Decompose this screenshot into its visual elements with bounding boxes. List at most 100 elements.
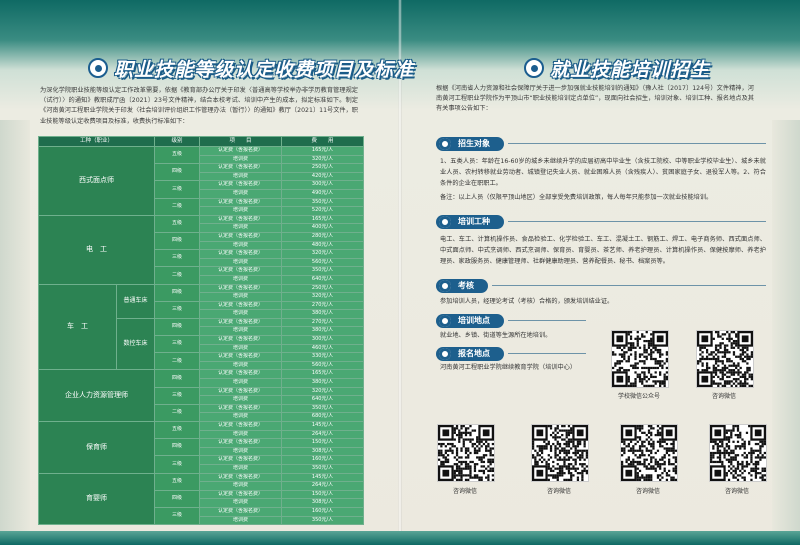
level-cell: 四级 (154, 231, 201, 251)
jobs-text: 电工、车工、计算机操作员、食品检验工、化学检验工、车工、混凝土工、钢筋工、焊工、… (440, 236, 766, 265)
fee-amount-cell: 145元/人 (281, 421, 365, 431)
level-cell: 三级 (154, 335, 201, 354)
fee-amount-cell: 480元/人 (281, 240, 365, 251)
fee-amount-cell: 350元/人 (281, 515, 365, 526)
divider (508, 320, 586, 321)
qr-code-consult[interactable] (620, 424, 678, 482)
fee-amount-cell: 520元/人 (281, 206, 365, 216)
level-cell: 二级 (154, 197, 201, 216)
footer-band (0, 531, 800, 545)
fee-amount-cell: 250元/人 (281, 163, 365, 173)
fee-amount-cell: 320元/人 (281, 249, 365, 259)
fee-amount-cell: 308元/人 (281, 498, 365, 508)
qr-caption: 学校微信公众号 (617, 393, 660, 400)
fee-amount-cell: 490元/人 (281, 188, 365, 199)
level-cell: 五级 (154, 145, 201, 165)
fee-item-cell: 认定费（含报名费） (199, 472, 283, 483)
page-fold (398, 0, 402, 545)
fee-amount-cell: 165元/人 (281, 146, 365, 156)
fee-item-cell: 认定费（含报名费） (199, 197, 283, 208)
level-cell: 二级 (154, 352, 201, 371)
level-cell: 四级 (154, 369, 201, 388)
section-exam: 考核 (436, 278, 766, 293)
level-cell: 二级 (154, 403, 201, 423)
fee-item-cell: 培训费 (199, 223, 283, 233)
fee-amount-cell: 280元/人 (281, 231, 365, 242)
fee-amount-cell: 640元/人 (281, 395, 365, 405)
col-header-level: 级别 (154, 136, 201, 147)
exam-text: 参加培训人员，经理论考试（考核）合格的，颁发培训结业证。 (440, 298, 614, 305)
fee-item-cell: 培训费 (199, 240, 283, 251)
fee-amount-cell: 150元/人 (281, 489, 365, 500)
fee-item-cell: 培训费 (199, 378, 283, 388)
level-cell: 三级 (154, 249, 201, 268)
job-type-cell: 西式面点师 (37, 146, 156, 216)
fee-amount-cell: 350元/人 (281, 403, 365, 414)
level-cell: 五级 (154, 420, 201, 440)
job-type-cell: 保育师 (37, 421, 156, 474)
col-header-item: 项 目 (199, 136, 283, 147)
recruit-note: 备注：以上人员（仅限平顶山地区）全部享受免费培训政策，每人每年只能参加一次就业技… (440, 194, 713, 201)
fee-item-cell: 培训费 (199, 412, 283, 422)
level-cell: 三级 (154, 455, 201, 474)
fee-row: 保育师 五级认定费（含报名费） 145元/人 (37, 420, 365, 474)
section-recruit: 招生对象 (436, 136, 766, 151)
level-cell: 四级 (154, 283, 201, 302)
fee-row: 育婴师 五级 认定费（含报名费） 145元/人 (37, 472, 365, 526)
fee-table-header-row: 工种（职业） 级别 项 目 费 用 (37, 136, 365, 147)
fee-amount-cell: 264元/人 (281, 429, 365, 440)
fee-item-cell: 认定费（含报名费） (199, 317, 283, 328)
qr-code-wechat-official[interactable] (611, 330, 669, 388)
section-signup-label: 报名地点 (436, 346, 504, 361)
fee-amount-cell: 350元/人 (281, 266, 365, 276)
qr-code-consult[interactable] (531, 424, 589, 482)
fee-row: 企业人力资源管理师 四级 认定费（含报名费） 165元/人 (37, 369, 365, 422)
fee-item-cell: 培训费 (199, 257, 283, 268)
fee-item-cell: 培训费 (199, 206, 283, 216)
badge-icon (88, 58, 108, 78)
fee-item-cell: 认定费（含报名费） (199, 335, 283, 345)
fee-item-cell: 认定费（含报名费） (199, 489, 283, 500)
section-location-label: 培训地点 (436, 313, 504, 328)
qr-caption: 咨询微信 (724, 488, 749, 495)
left-intro-text: 为深化学院职业技能等级认定工作改革需要，依据《教育部办公厅关于印发〈普通高等学校… (40, 87, 358, 125)
divider (508, 353, 586, 354)
qr-code-consult[interactable] (437, 424, 495, 482)
fee-item-cell: 培训费 (199, 395, 283, 405)
fee-table: 工种（职业） 级别 项 目 费 用 西式面点师 五级 认定费（含报名费） 165元/人… (37, 136, 365, 526)
fee-amount-cell: 165元/人 (281, 214, 365, 225)
level-cell: 三级 (154, 180, 201, 199)
section-jobs: 培训工种 (436, 214, 766, 229)
level-cell: 四级 (154, 317, 201, 337)
fee-amount-cell: 350元/人 (281, 463, 365, 474)
level-cell: 四级 (154, 489, 201, 508)
qr-caption: 咨询微信 (452, 488, 477, 495)
qr-code-consult[interactable] (709, 424, 767, 482)
level-cell: 三级 (154, 300, 201, 319)
section-signup: 报名地点 (436, 346, 586, 361)
fee-item-cell: 培训费 (199, 171, 283, 182)
fee-item-cell: 认定费（含报名费） (199, 455, 283, 465)
fee-amount-cell: 330元/人 (281, 352, 365, 362)
fee-item-cell: 培训费 (199, 463, 283, 474)
fee-amount-cell: 300元/人 (281, 180, 365, 190)
col-header-type: 工种（职业） (37, 136, 156, 147)
job-type-cell: 电 工 (37, 214, 156, 285)
col-header-fee: 费 用 (281, 136, 365, 147)
divider (508, 221, 766, 222)
left-page-title: 职业技能等级认定收费项目及标准 (88, 56, 414, 81)
fee-item-cell: 培训费 (199, 498, 283, 508)
qr-code-consult[interactable] (696, 330, 754, 388)
level-cell: 三级 (154, 506, 201, 526)
fee-amount-cell: 420元/人 (281, 171, 365, 182)
fee-item-cell: 认定费（含报名费） (199, 283, 283, 294)
fee-amount-cell: 380元/人 (281, 309, 365, 319)
level-cell: 五级 (154, 472, 201, 491)
fee-amount-cell: 560元/人 (281, 360, 365, 371)
job-type-cell: 育婴师 (37, 472, 156, 526)
fee-amount-cell: 300元/人 (281, 335, 365, 345)
fee-item-cell: 培训费 (199, 446, 283, 457)
fee-amount-cell: 270元/人 (281, 317, 365, 328)
fee-item-cell: 认定费（含报名费） (199, 300, 283, 311)
fee-item-cell: 认定费（含报名费） (199, 146, 283, 156)
